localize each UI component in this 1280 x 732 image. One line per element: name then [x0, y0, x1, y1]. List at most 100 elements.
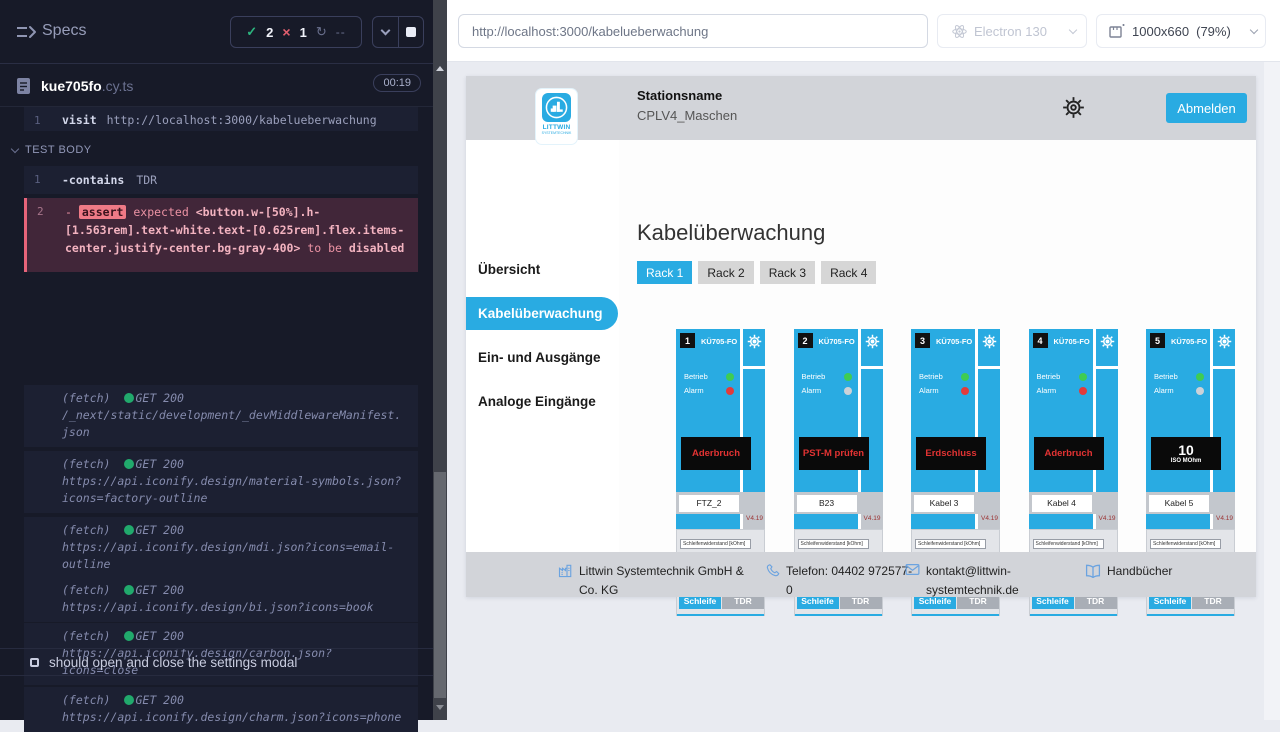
command-assert-failed[interactable]: 2 - assert expected <button.w-[50%].h-[1… [24, 198, 418, 272]
slot-number: 1 [680, 333, 695, 348]
device-settings-gear-icon[interactable] [982, 334, 997, 349]
resistance-label: Schleifenwiderstand [kOhm] [1033, 539, 1104, 549]
resistance-label: Schleifenwiderstand [kOhm] [680, 539, 751, 549]
sidebar-item-analoge-eingaenge[interactable]: Analoge Eingänge [478, 394, 596, 409]
tab-rack-2[interactable]: Rack 2 [698, 261, 753, 284]
network-log-row[interactable]: (fetch)GET 200 https://api.iconify.desig… [24, 517, 418, 579]
alarm-indicator: Alarm [919, 386, 969, 395]
status-display: PST-M prüfen [799, 437, 869, 470]
request-url: /_next/static/development/_devMiddleware… [62, 407, 402, 441]
device-settings-gear-icon[interactable] [747, 334, 762, 349]
firmware-version: V4.19 [864, 515, 881, 522]
cable-name: Kabel 3 [914, 495, 974, 512]
scroll-up-arrow[interactable] [436, 66, 444, 71]
betrieb-indicator: Betrieb [1154, 372, 1204, 381]
command-visit[interactable]: 1 visithttp://localhost:3000/kabelueberw… [24, 107, 418, 131]
status-display: 10 ISO MOhm [1151, 437, 1221, 470]
cable-name: FTZ_2 [679, 495, 739, 512]
sidebar-item-uebersicht[interactable]: Übersicht [478, 262, 540, 277]
tab-rack-3[interactable]: Rack 3 [760, 261, 815, 284]
spec-duration-badge: 00:19 [373, 74, 421, 92]
betrieb-led [961, 373, 969, 381]
device-model: KÜ705-FO [819, 337, 855, 346]
device-settings-gear-icon[interactable] [1217, 334, 1232, 349]
url-input[interactable]: http://localhost:3000/kabelueberwachung [458, 14, 928, 48]
viewport-size-select[interactable]: 1000x660 (79%) [1096, 14, 1266, 48]
collapse-button[interactable] [373, 17, 398, 47]
assert-chip: assert [79, 205, 127, 219]
settings-gear-icon[interactable] [1062, 96, 1085, 119]
status-ok-dot [124, 631, 134, 641]
device-model: KÜ705-FO [701, 337, 737, 346]
network-log-row[interactable]: (fetch)GET 200 https://api.iconify.desig… [24, 451, 418, 513]
page-scroll-gutter[interactable] [1264, 62, 1280, 720]
browser-toolbar: http://localhost:3000/kabelueberwachung … [447, 0, 1280, 62]
alarm-led [961, 387, 969, 395]
app-viewport: LITTWIN SYSTEMTECHNIK Stationsname CPLV4… [466, 76, 1256, 597]
sidebar-item-ein-und-ausgaenge[interactable]: Ein- und Ausgänge [478, 350, 601, 365]
scrollbar-thumb[interactable] [434, 472, 446, 698]
resistance-label: Schleifenwiderstand [kOhm] [915, 539, 986, 549]
device-settings-gear-icon[interactable] [1100, 334, 1115, 349]
footer-manuals[interactable]: Handbücher [1085, 562, 1172, 581]
stop-icon [406, 27, 416, 37]
command-contains[interactable]: 1 -containsTDR [24, 166, 418, 194]
device-settings-gear-icon[interactable] [865, 334, 880, 349]
chevron-down-icon [1250, 25, 1258, 33]
firmware-version: V4.19 [746, 515, 763, 522]
specs-menu-icon[interactable] [16, 24, 38, 40]
scroll-down-arrow[interactable] [436, 705, 444, 710]
logo-icon [542, 93, 571, 122]
rack-tabs: Rack 1 Rack 2 Rack 3 Rack 4 [637, 261, 876, 284]
alarm-led [1196, 387, 1204, 395]
app-footer: Littwin Systemtechnik GmbH & Co. KG Tele… [466, 552, 1256, 597]
pending-count: -- [336, 25, 346, 39]
passed-icon: ✓ [246, 24, 257, 40]
device-model: KÜ705-FO [1171, 337, 1207, 346]
tab-rack-4[interactable]: Rack 4 [821, 261, 876, 284]
tab-rack-1[interactable]: Rack 1 [637, 261, 692, 284]
page-title: Kabelüberwachung [637, 220, 825, 246]
slot-number: 3 [915, 333, 930, 348]
network-log-row[interactable]: (fetch)GET 200 https://api.iconify.desig… [24, 687, 418, 732]
betrieb-led [1196, 373, 1204, 381]
status-ok-dot [124, 525, 134, 535]
pending-test-row[interactable]: should open and close the settings modal [0, 648, 433, 676]
stop-button[interactable] [398, 17, 424, 47]
logout-button[interactable]: Abmelden [1166, 93, 1247, 123]
spec-file-icon [16, 77, 31, 95]
slot-number: 2 [798, 333, 813, 348]
betrieb-led [726, 373, 734, 381]
reporter-scrollbar[interactable] [433, 0, 447, 720]
device-model: KÜ705-FO [1054, 337, 1090, 346]
betrieb-led [1079, 373, 1087, 381]
network-log-row[interactable]: (fetch)GET 200 /_next/static/development… [24, 385, 418, 447]
sidebar-item-kabelueberwachung[interactable]: Kabelüberwachung [466, 297, 618, 330]
betrieb-indicator: Betrieb [802, 372, 852, 381]
runner-controls [372, 16, 424, 48]
iso-unit: ISO MOhm [1171, 458, 1202, 464]
alarm-led [844, 387, 852, 395]
slot-number: 5 [1150, 333, 1165, 348]
request-url: https://api.iconify.design/charm.json?ic… [62, 709, 402, 726]
zoom-level: (79%) [1196, 24, 1231, 39]
spec-file-name: kue705fo.cy.ts [41, 78, 133, 94]
app-sidebar: Übersicht Kabelüberwachung Ein- und Ausg… [466, 140, 619, 552]
chevron-down-icon [11, 144, 19, 152]
network-log-row[interactable]: (fetch)GET 200 https://api.iconify.desig… [24, 577, 418, 622]
alarm-indicator: Alarm [684, 386, 734, 395]
status-display: Aderbruch [1034, 437, 1104, 470]
littwin-logo: LITTWIN SYSTEMTECHNIK [536, 89, 577, 144]
test-body-section[interactable]: TEST BODY [12, 144, 92, 156]
spec-file-row[interactable]: kue705fo.cy.ts 00:19 [0, 65, 433, 107]
alarm-indicator: Alarm [802, 386, 852, 395]
assert-message: - assert expected <button.w-[50%].h-[1.5… [65, 203, 410, 257]
firmware-version: V4.19 [1099, 515, 1116, 522]
pending-test-icon [30, 658, 39, 667]
book-icon [1085, 563, 1101, 578]
betrieb-indicator: Betrieb [684, 372, 734, 381]
browser-select[interactable]: Electron 130 [937, 14, 1087, 48]
cable-name: Kabel 4 [1032, 495, 1092, 512]
station-name: CPLV4_Maschen [637, 108, 737, 123]
panel-title: Specs [42, 22, 86, 40]
